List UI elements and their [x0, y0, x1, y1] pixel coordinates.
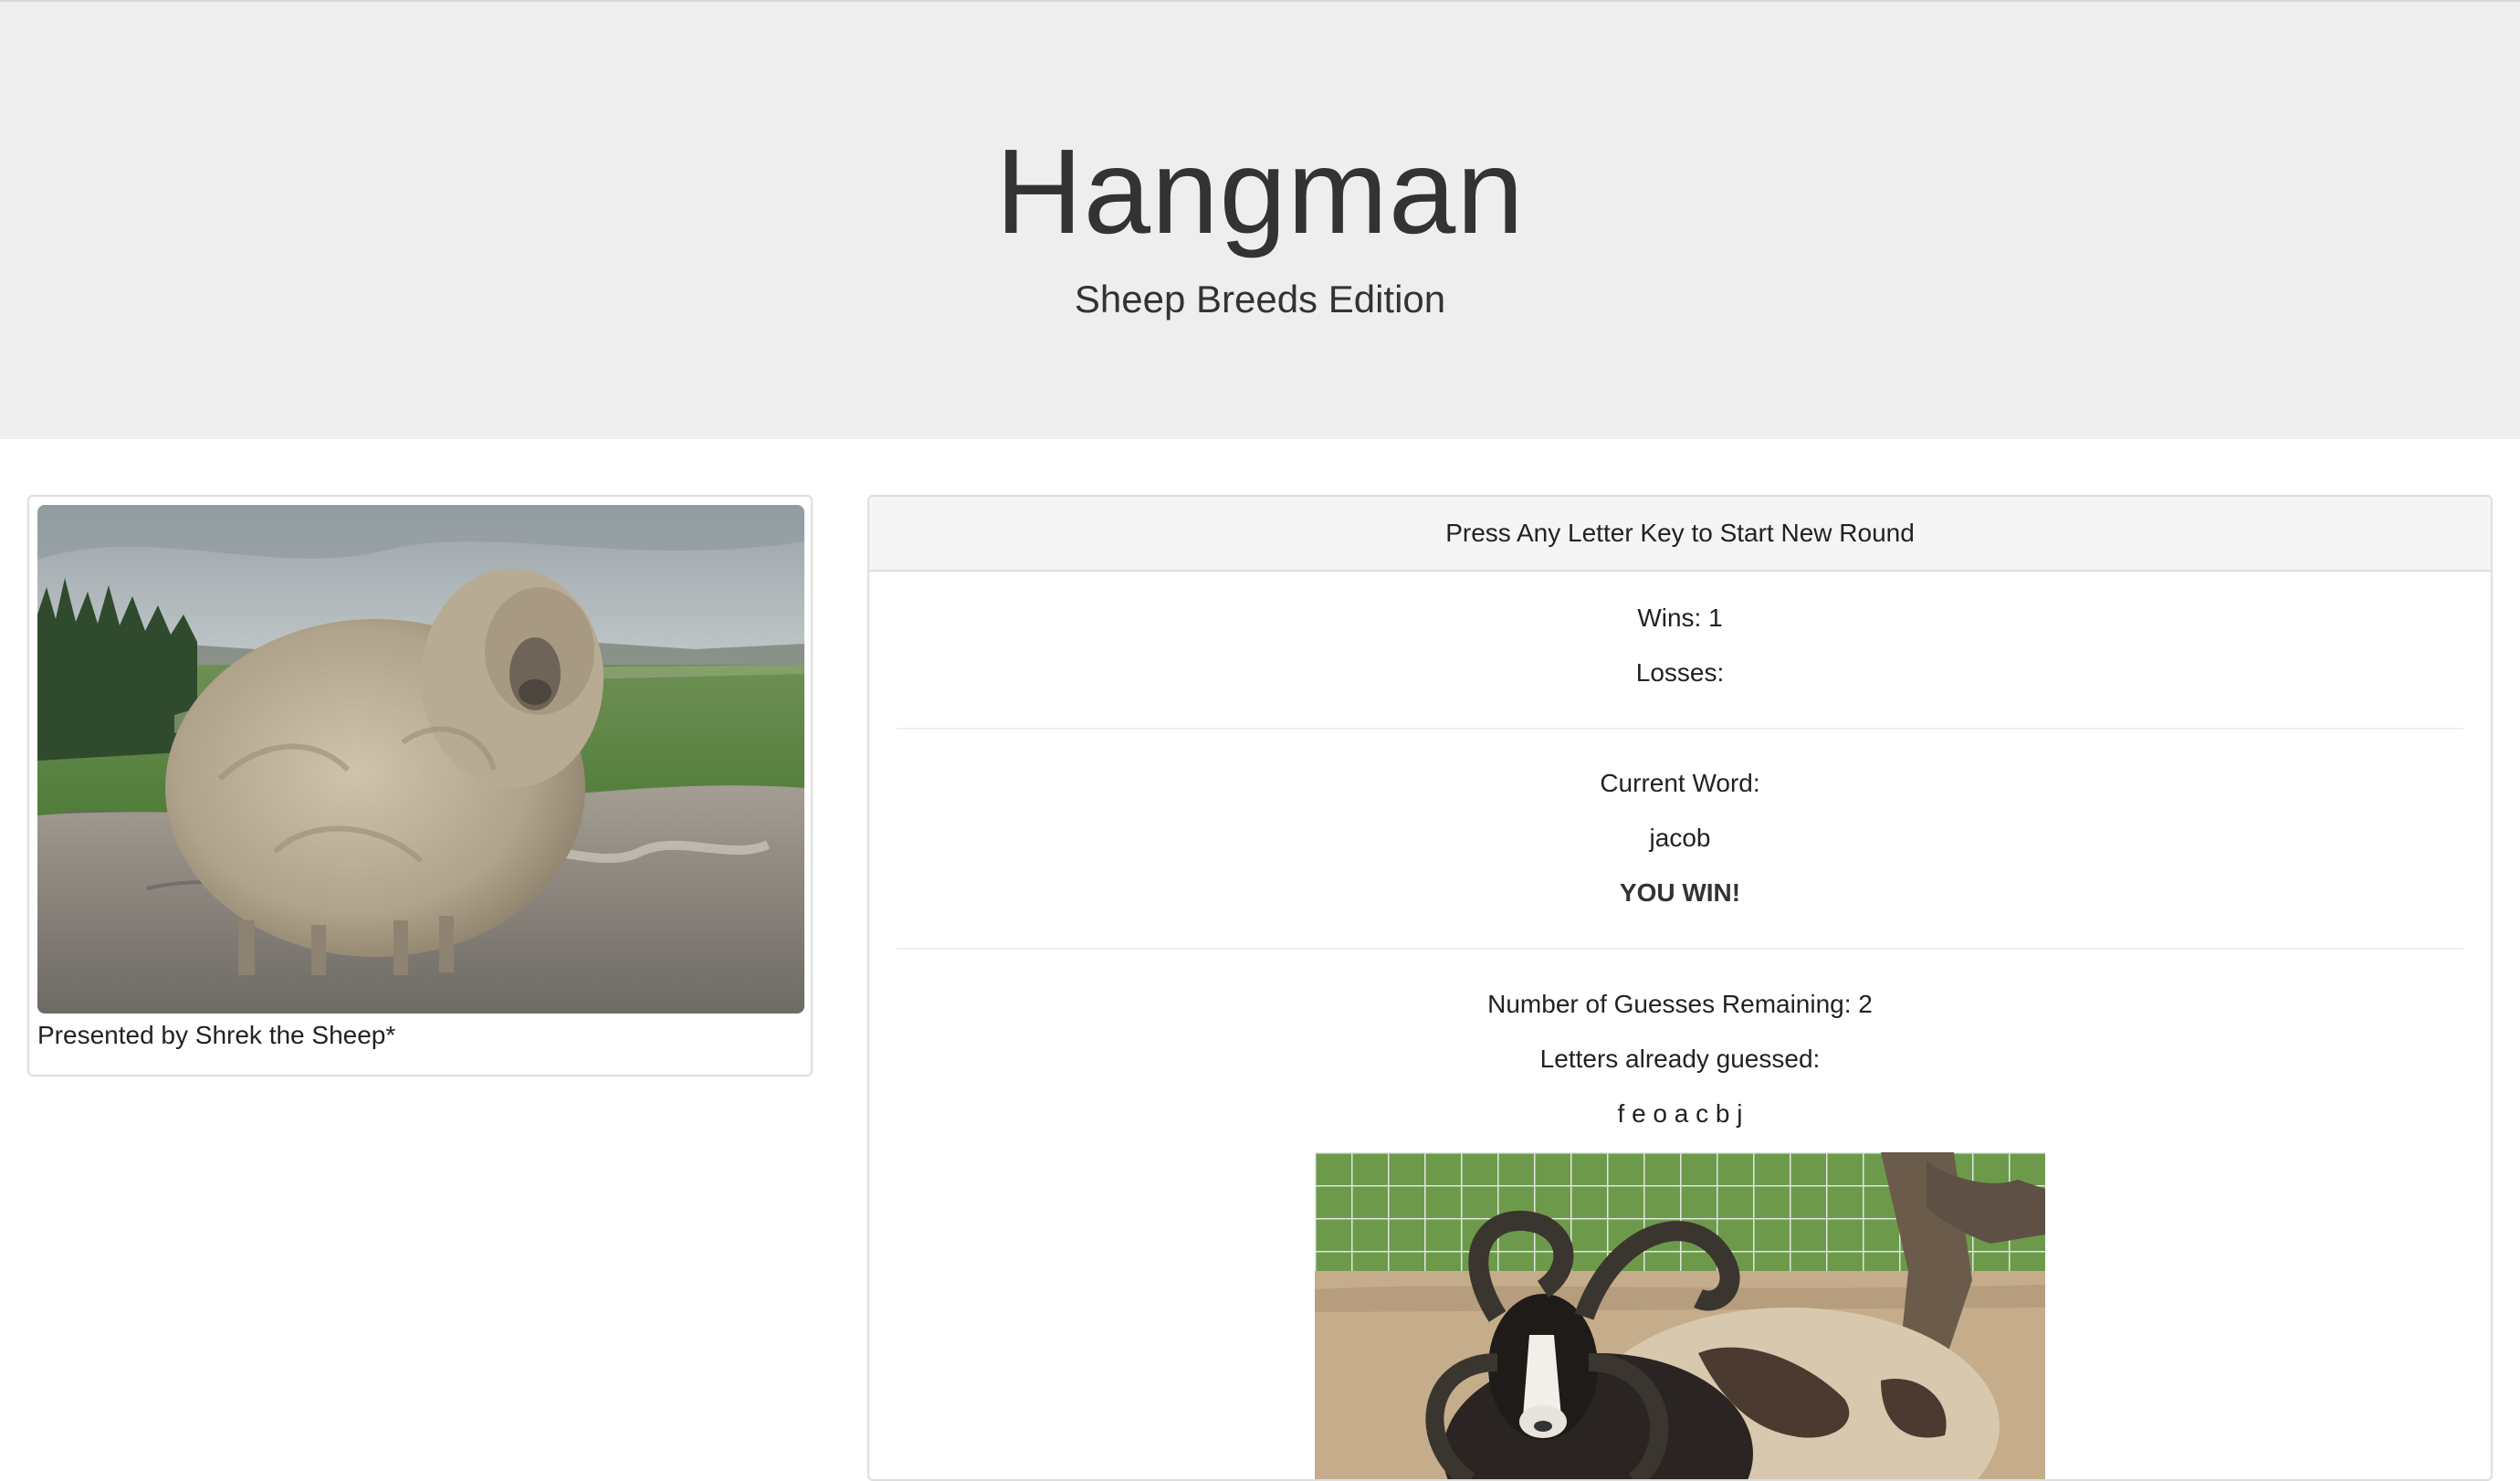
- game-instructions: Press Any Letter Key to Start New Round: [869, 497, 2491, 572]
- header-jumbotron: Hangman Sheep Breeds Edition: [0, 0, 2520, 439]
- letters-guessed-label: Letters already guessed:: [1539, 1045, 1821, 1073]
- current-word-label: Current Word:: [1600, 769, 1760, 797]
- presenter-panel: Presented by Shrek the Sheep*: [27, 495, 813, 1077]
- wins-counter: Wins: 1: [1637, 604, 1723, 632]
- result-message: YOU WIN!: [1619, 878, 1741, 907]
- page-subtitle: Sheep Breeds Edition: [1074, 278, 1446, 320]
- current-word: jacob: [1649, 824, 1711, 852]
- losses-counter: Losses:: [1635, 658, 1725, 687]
- page-title: Hangman: [995, 124, 1525, 258]
- game-panel: Press Any Letter Key to Start New Round …: [867, 495, 2493, 1481]
- letters-guessed: f e o a c b j: [1617, 1099, 1743, 1128]
- guesses-remaining: Number of Guesses Remaining: 2: [1487, 990, 1873, 1018]
- divider: [897, 948, 2463, 950]
- divider: [897, 728, 2463, 730]
- shrek-sheep-image: [37, 505, 804, 1014]
- jacob-sheep-image: [1315, 1152, 2045, 1479]
- presenter-caption: Presented by Shrek the Sheep*: [37, 1021, 396, 1049]
